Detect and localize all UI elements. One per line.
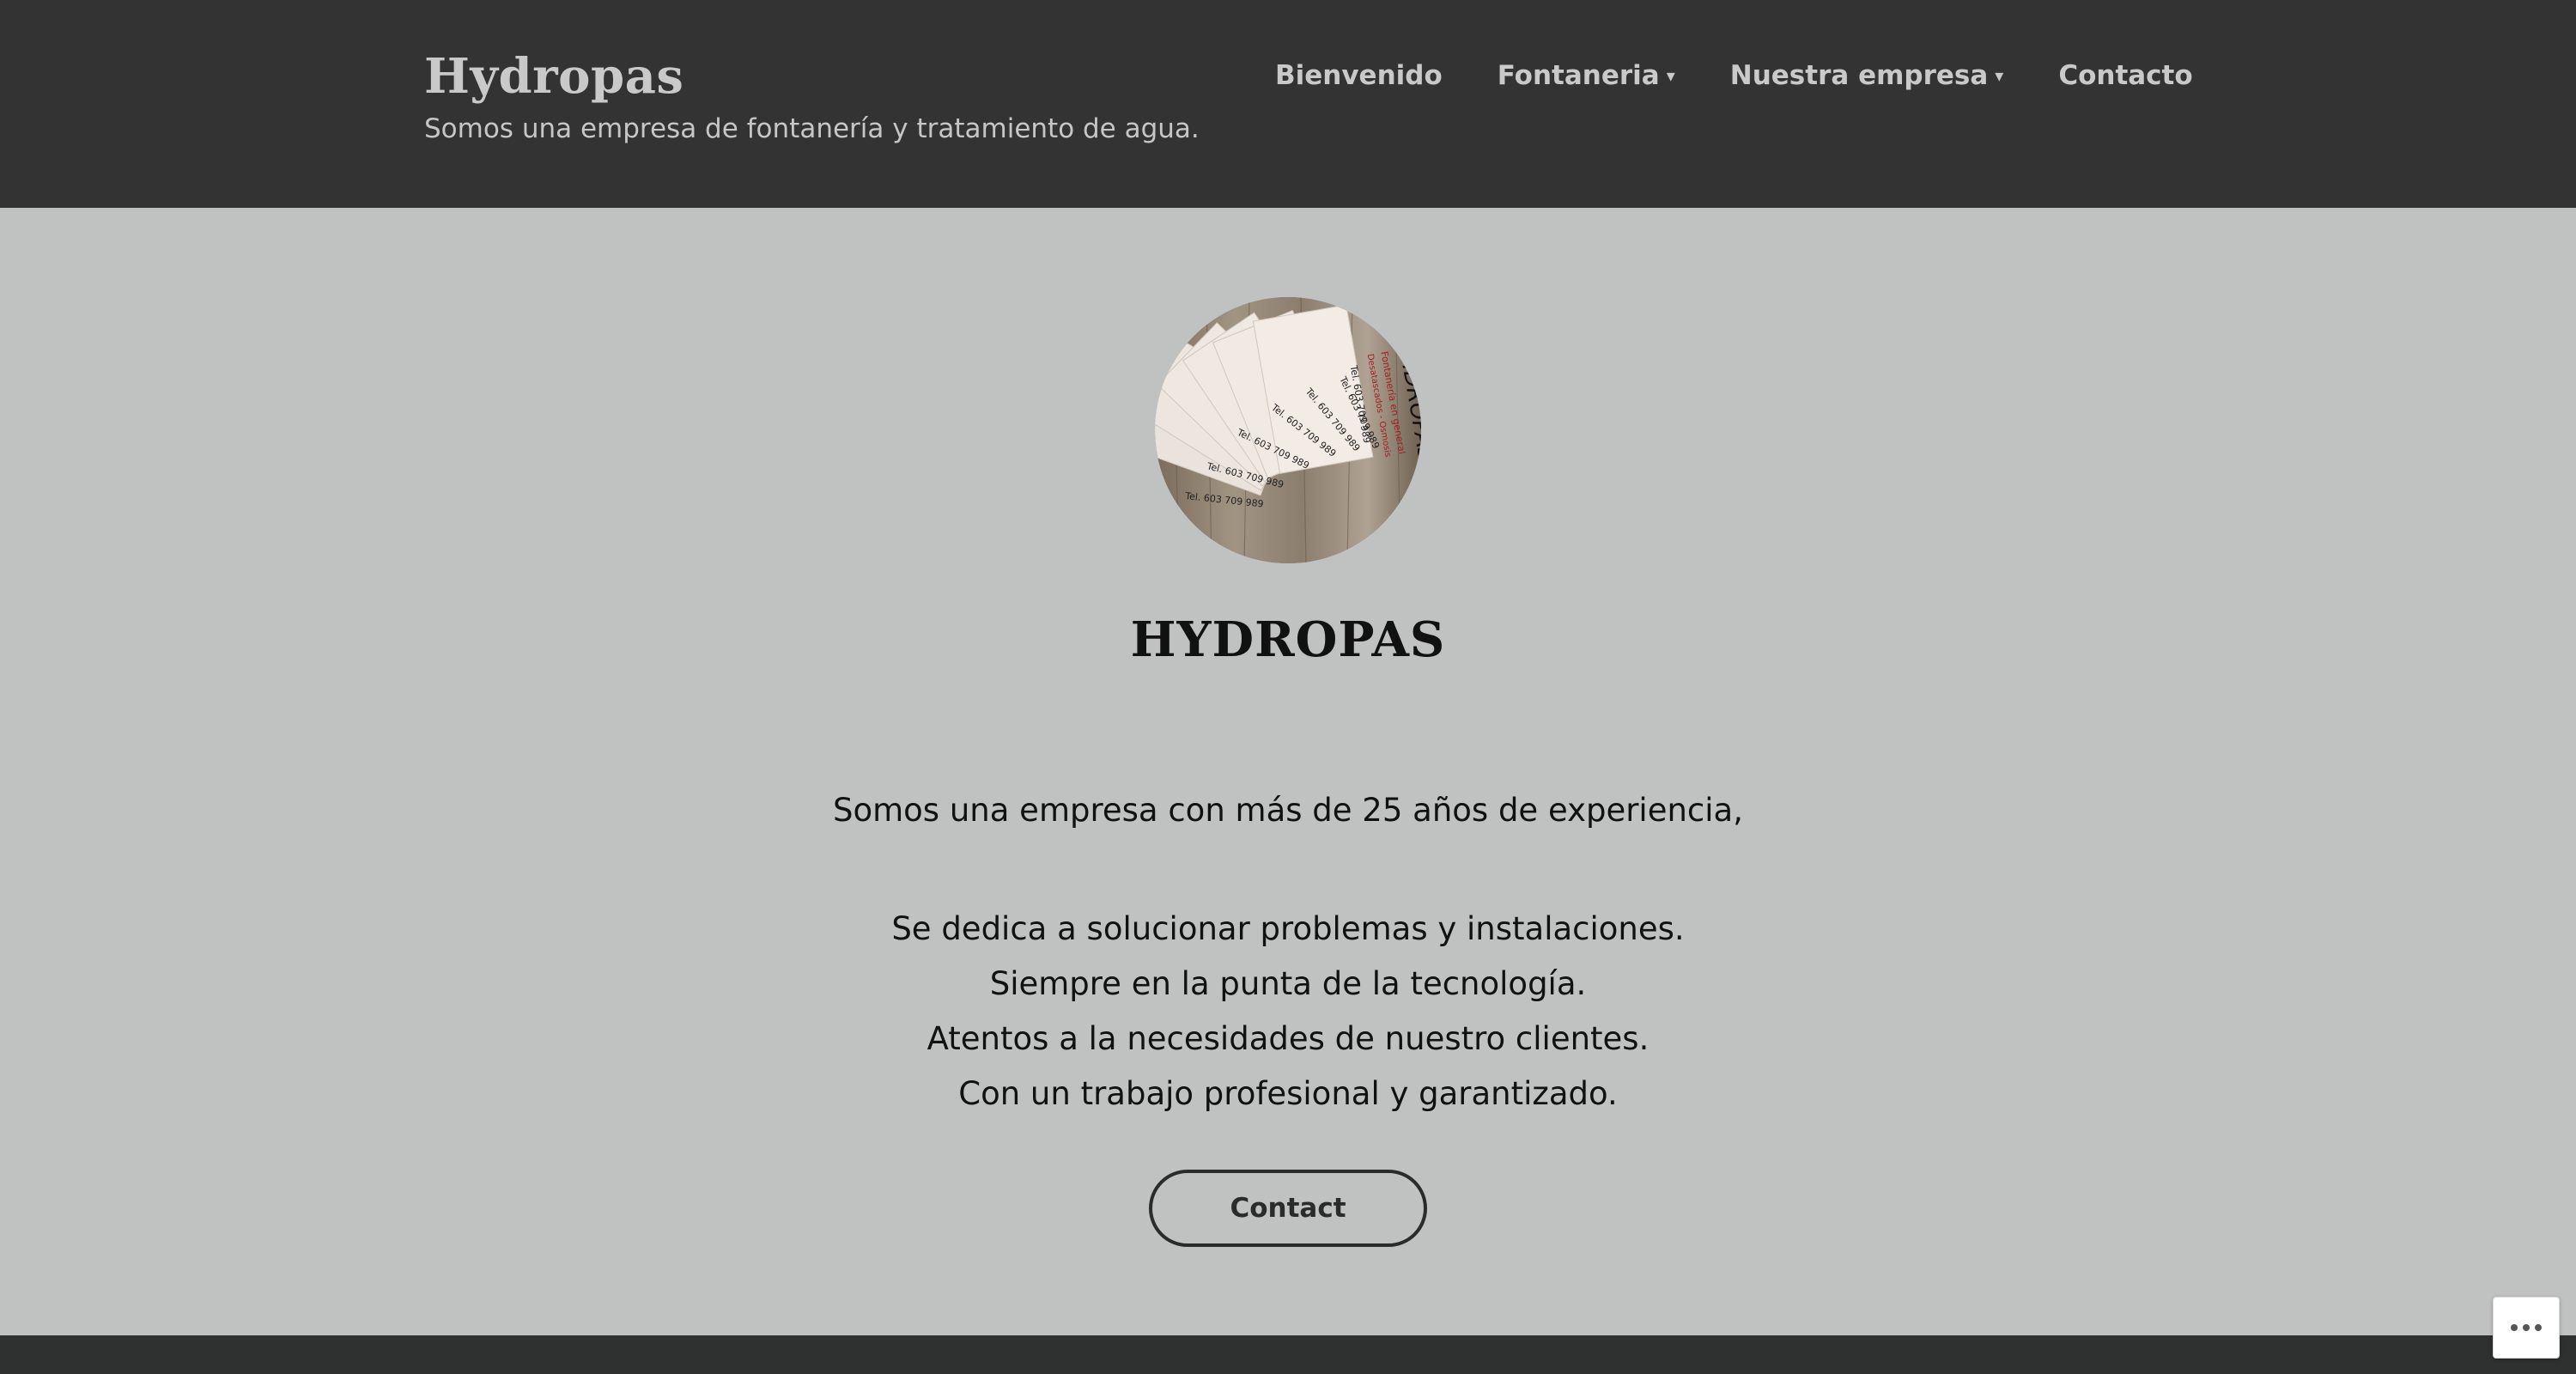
- description-line: Siempre en la punta de la tecnología.: [989, 965, 1587, 1002]
- description-line: Se dedica a solucionar problemas y insta…: [891, 910, 1685, 947]
- nav-item-label: Bienvenido: [1275, 60, 1443, 91]
- main-navigation: Bienvenido Fontaneria ▾ Nuestra empresa …: [1275, 60, 2193, 91]
- contact-button[interactable]: Contact: [1149, 1170, 1427, 1247]
- nav-item-contacto[interactable]: Contacto: [2058, 60, 2192, 91]
- site-title-link[interactable]: Hydropas: [424, 48, 683, 105]
- page-title: HYDROPAS: [1130, 611, 1446, 668]
- nav-item-nuestra-empresa[interactable]: Nuestra empresa ▾: [1730, 60, 2004, 91]
- intro-text: Somos una empresa con más de 25 años de …: [833, 792, 1743, 829]
- more-horizontal-icon: [2511, 1324, 2542, 1331]
- description-lines: Se dedica a solucionar problemas y insta…: [0, 902, 2576, 1122]
- nav-item-fontaneria[interactable]: Fontaneria ▾: [1498, 60, 1675, 91]
- nav-item-label: Fontaneria: [1497, 60, 1660, 91]
- nav-item-label: Nuestra empresa: [1729, 60, 1989, 91]
- more-options-button[interactable]: [2493, 1297, 2560, 1359]
- chevron-down-icon: ▾: [1666, 65, 1675, 86]
- nav-item-label: Contacto: [2058, 60, 2193, 91]
- site-logo: HIDROPAS Fontanería en general Desatasca…: [1155, 297, 1421, 563]
- business-cards-image: HIDROPAS Fontanería en general Desatasca…: [1155, 297, 1421, 563]
- site-header: Hydropas Somos una empresa de fontanería…: [0, 0, 2576, 208]
- main-content: HIDROPAS Fontanería en general Desatasca…: [0, 208, 2576, 1335]
- nav-item-bienvenido[interactable]: Bienvenido: [1275, 60, 1443, 91]
- chevron-down-icon: ▾: [1995, 65, 2004, 86]
- footer-strip: [0, 1335, 2576, 1374]
- site-tagline: Somos una empresa de fontanería y tratam…: [424, 113, 1200, 144]
- description-line: Con un trabajo profesional y garantizado…: [958, 1075, 1618, 1112]
- description-line: Atentos a la necesidades de nuestro clie…: [927, 1020, 1649, 1057]
